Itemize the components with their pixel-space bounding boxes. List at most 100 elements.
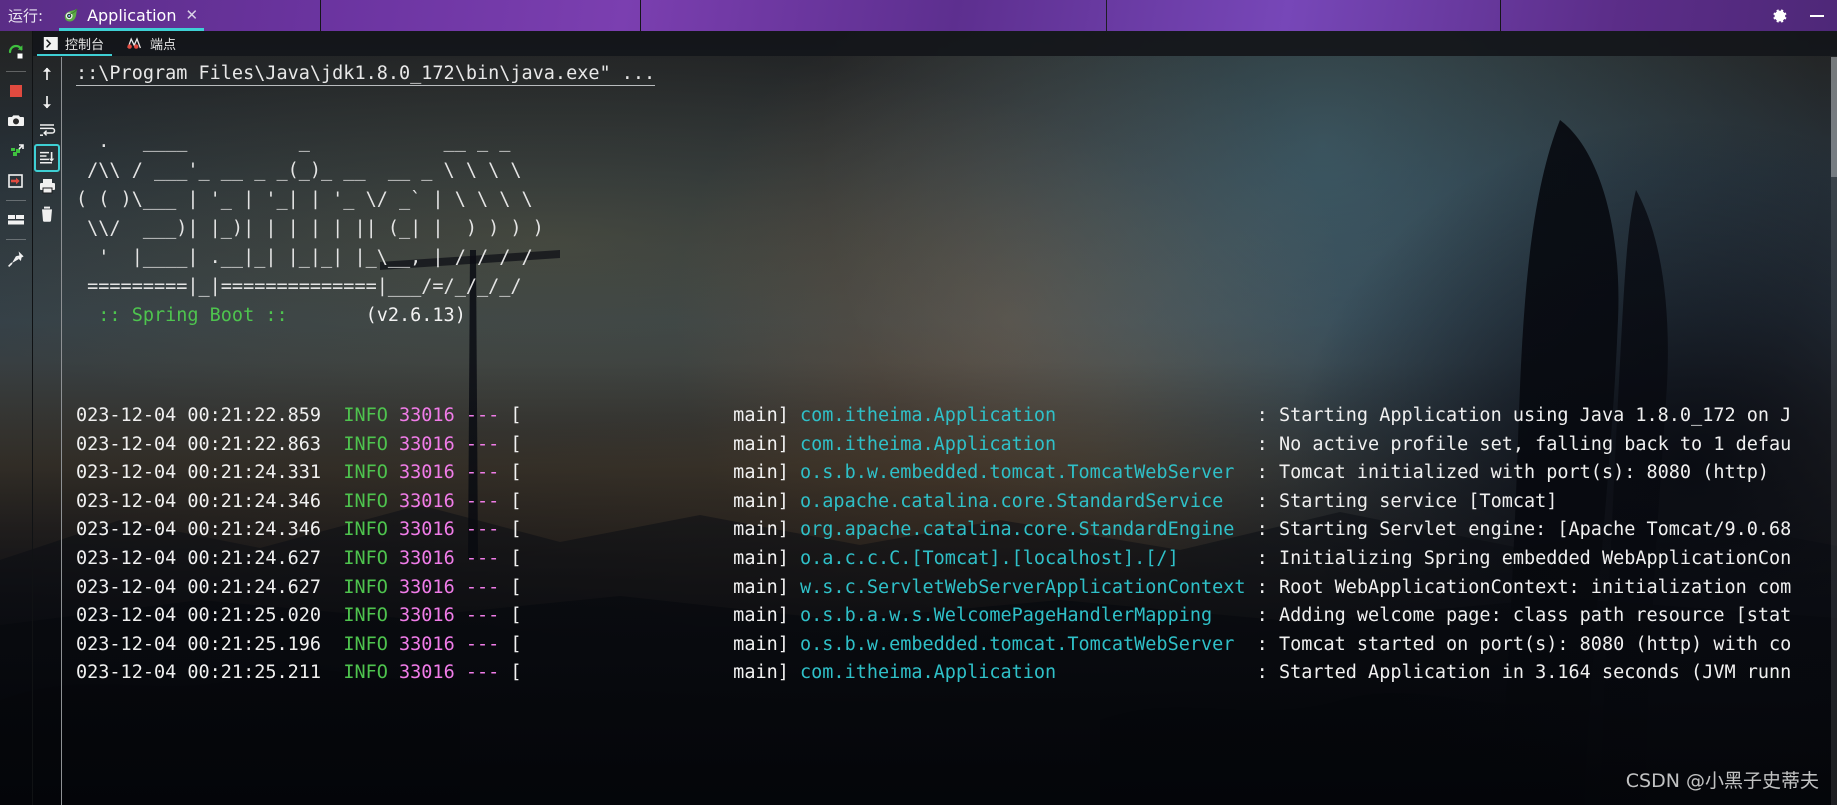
log-space xyxy=(455,548,466,569)
log-row: 023-12-04 00:21:24.627 INFO 33016 --- [ … xyxy=(76,574,1791,603)
log-row: 023-12-04 00:21:25.020 INFO 33016 --- [ … xyxy=(76,602,1791,631)
titlebar-divider-3 xyxy=(1106,0,1107,31)
log-row: 023-12-04 00:21:22.859 INFO 33016 --- [ … xyxy=(76,402,1791,431)
log-separator: --- xyxy=(465,605,500,627)
console-output[interactable]: ::\Program Files\Java\jdk1.8.0_172\bin\j… xyxy=(62,57,1831,805)
log-logger: o.apache.catalina.core.StandardService xyxy=(800,490,1257,512)
log-level: INFO xyxy=(343,433,388,455)
log-message: : Started Application in 3.164 seconds (… xyxy=(1256,662,1792,684)
log-space xyxy=(455,462,466,483)
console-scrollbar-thumb[interactable] xyxy=(1831,57,1837,177)
log-space xyxy=(455,405,466,426)
log-timestamp: 023-12-04 00:21:22.863 xyxy=(76,433,344,455)
gear-icon[interactable] xyxy=(1771,7,1789,25)
log-space xyxy=(789,434,800,455)
log-timestamp: 023-12-04 00:21:25.211 xyxy=(76,662,344,684)
arrow-down-icon[interactable] xyxy=(34,88,60,116)
log-thread: main] xyxy=(521,547,789,569)
log-separator: --- xyxy=(465,462,500,484)
tab-console[interactable]: 控制台 xyxy=(33,31,116,56)
log-logger: com.itheima.Application xyxy=(800,662,1257,684)
log-bracket: [ xyxy=(499,633,522,655)
titlebar-divider-1 xyxy=(320,0,321,31)
spring-leaf-icon xyxy=(61,6,80,25)
printer-icon[interactable] xyxy=(34,172,60,200)
close-icon[interactable]: ✕ xyxy=(183,8,198,23)
log-space xyxy=(789,405,800,426)
log-thread: main] xyxy=(521,490,789,512)
exit-arrow-icon[interactable] xyxy=(1,166,31,196)
log-space xyxy=(789,548,800,569)
log-pid: 33016 xyxy=(399,405,455,426)
log-row: 023-12-04 00:21:22.863 INFO 33016 --- [ … xyxy=(76,431,1791,460)
banner-line: =========|_|==============|___/=/_/_/_/ xyxy=(76,276,522,297)
log-row: 023-12-04 00:21:24.331 INFO 33016 --- [ … xyxy=(76,459,1791,488)
titlebar-actions xyxy=(1771,0,1837,31)
run-tab-label: Application xyxy=(87,6,177,25)
toolbar-divider-1 xyxy=(6,71,26,72)
log-message: : Initializing Spring embedded WebApplic… xyxy=(1256,547,1792,569)
minimize-icon[interactable] xyxy=(1807,7,1827,25)
log-level: INFO xyxy=(343,576,388,598)
log-message: : Starting Application using Java 1.8.0_… xyxy=(1256,405,1792,426)
spring-boot-banner: . ____ _ __ _ _ /\\ / ___'_ __ _ _(_)_ _… xyxy=(76,127,544,330)
log-row: 023-12-04 00:21:24.346 INFO 33016 --- [ … xyxy=(76,488,1791,517)
spring-boot-label: :: Spring Boot :: xyxy=(76,305,288,326)
log-separator: --- xyxy=(465,519,500,541)
log-timestamp: 023-12-04 00:21:24.346 xyxy=(76,490,344,512)
titlebar-divider-2 xyxy=(640,0,641,31)
layout-icon[interactable] xyxy=(1,205,31,235)
log-row: 023-12-04 00:21:24.627 INFO 33016 --- [ … xyxy=(76,545,1791,574)
scroll-to-end-icon[interactable] xyxy=(34,144,60,172)
rerun-button[interactable] xyxy=(1,37,31,67)
soft-wrap-icon[interactable] xyxy=(34,116,60,144)
log-space xyxy=(455,434,466,455)
log-level: INFO xyxy=(343,490,388,512)
log-space xyxy=(789,634,800,655)
log-pid: 33016 xyxy=(399,605,455,627)
log-space xyxy=(388,434,399,455)
run-label: 运行: xyxy=(8,7,44,25)
log-pid: 33016 xyxy=(399,490,455,512)
log-pid: 33016 xyxy=(399,662,455,684)
log-separator: --- xyxy=(465,433,500,455)
log-space xyxy=(789,519,800,540)
log-row: 023-12-04 00:21:25.196 INFO 33016 --- [ … xyxy=(76,631,1791,660)
log-space xyxy=(455,491,466,512)
log-separator: --- xyxy=(465,633,500,655)
log-level: INFO xyxy=(343,462,388,484)
arrow-up-icon[interactable] xyxy=(34,60,60,88)
log-space xyxy=(388,548,399,569)
log-timestamp: 023-12-04 00:21:24.346 xyxy=(76,519,344,541)
camera-icon[interactable] xyxy=(1,106,31,136)
log-space xyxy=(789,462,800,483)
log-logger: org.apache.catalina.core.StandardEngine xyxy=(800,519,1257,541)
run-tab-application[interactable]: Application ✕ xyxy=(53,0,208,31)
log-space xyxy=(388,662,399,683)
log-bracket: [ xyxy=(499,547,522,569)
tab-endpoints[interactable]: 端点 xyxy=(116,31,188,56)
log-level: INFO xyxy=(343,519,388,541)
log-logger: o.a.c.c.C.[Tomcat].[localhost].[/] xyxy=(800,547,1257,569)
endpoints-icon xyxy=(126,36,144,51)
stop-button[interactable] xyxy=(1,76,31,106)
csdn-watermark: CSDN @小黑子史蒂夫 xyxy=(1625,770,1819,792)
log-pid: 33016 xyxy=(399,462,455,484)
command-line: ::\Program Files\Java\jdk1.8.0_172\bin\j… xyxy=(76,63,656,86)
log-timestamp: 023-12-04 00:21:24.627 xyxy=(76,547,344,569)
pin-icon[interactable] xyxy=(1,244,31,274)
tab-endpoints-label: 端点 xyxy=(150,38,177,53)
log-message: : Tomcat initialized with port(s): 8080 … xyxy=(1256,462,1770,484)
log-space xyxy=(388,491,399,512)
log-separator: --- xyxy=(465,490,500,512)
log-message: : Adding welcome page: class path resour… xyxy=(1256,605,1792,627)
log-level: INFO xyxy=(343,662,388,684)
log-pid: 33016 xyxy=(399,433,455,455)
debugger-icon[interactable] xyxy=(1,136,31,166)
log-message: : No active profile set, falling back to… xyxy=(1256,433,1792,455)
trash-icon[interactable] xyxy=(34,200,60,228)
log-logger: com.itheima.Application xyxy=(800,433,1257,455)
log-space xyxy=(455,634,466,655)
log-space xyxy=(388,605,399,626)
log-bracket: [ xyxy=(499,605,522,627)
